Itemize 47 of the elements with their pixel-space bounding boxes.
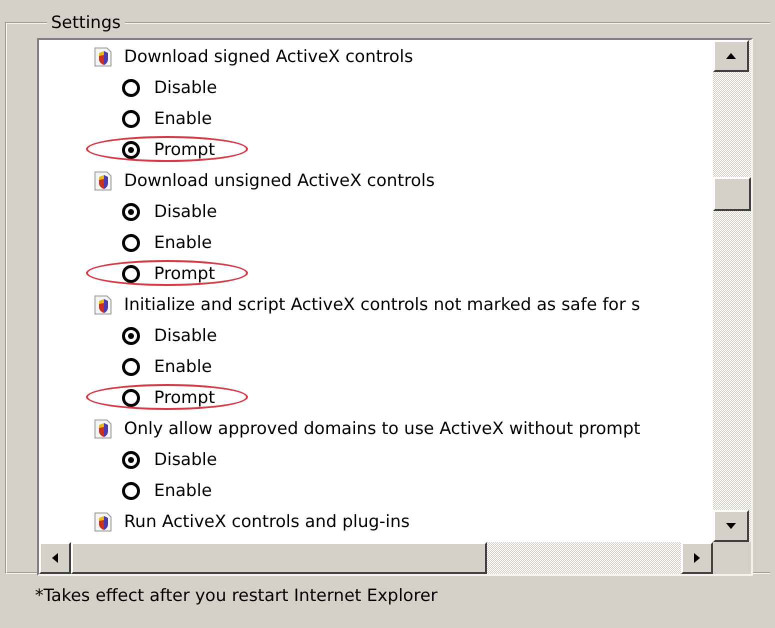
setting-label: Download signed ActiveX controls [124,46,414,66]
footnote-text: *Takes effect after you restart Internet Explorer [35,586,439,606]
radio-option[interactable]: Disable [122,444,218,475]
scroll-left-button[interactable] [39,542,71,574]
radio-button[interactable] [122,482,140,500]
radio-button[interactable] [122,326,140,344]
radio-option[interactable]: Prompt [122,382,215,413]
up-arrow-icon [726,53,736,59]
vertical-scrollbar[interactable] [713,40,751,542]
radio-button[interactable] [122,450,140,468]
radio-option[interactable]: Prompt [122,258,215,289]
radio-button[interactable] [122,78,140,96]
settings-page-icon [94,46,112,66]
radio-option[interactable]: Disable [122,196,218,227]
right-arrow-icon [694,553,700,563]
scroll-down-button[interactable] [713,510,749,542]
settings-page-icon [94,170,112,190]
setting-label: Only allow approved domains to use ActiveX without prompt [124,418,640,438]
settings-page-icon [94,512,112,532]
setting-label: Initialize and script ActiveX controls not marked as safe for s [124,294,640,314]
settings-page-icon [94,418,112,438]
down-arrow-icon [726,523,736,529]
radio-button[interactable] [122,358,140,376]
scroll-right-button[interactable] [681,542,713,574]
left-arrow-icon [52,553,58,563]
radio-option[interactable]: Enable [122,351,212,382]
radio-button[interactable] [122,234,140,252]
scroll-thumb[interactable] [71,542,487,574]
scrollbar-corner [713,542,751,574]
radio-button[interactable] [122,202,140,220]
radio-button[interactable] [122,140,140,158]
radio-option[interactable]: Prompt [122,134,215,165]
scroll-thumb[interactable] [713,177,751,211]
horizontal-scrollbar[interactable] [39,542,713,574]
radio-option[interactable]: Disable [122,72,218,103]
group-title: Settings [50,14,122,32]
scroll-up-button[interactable] [713,40,749,72]
radio-button[interactable] [122,110,140,128]
radio-option[interactable]: Enable [122,227,212,258]
radio-button[interactable] [122,264,140,282]
radio-option[interactable]: Enable [122,475,212,506]
setting-label: Download unsigned ActiveX controls [124,170,435,190]
setting-label: Run ActiveX controls and plug-ins [124,512,410,532]
radio-option[interactable]: Enable [122,103,212,134]
radio-option[interactable]: Disable [122,320,218,351]
settings-page-icon [94,294,112,314]
radio-button[interactable] [122,388,140,406]
